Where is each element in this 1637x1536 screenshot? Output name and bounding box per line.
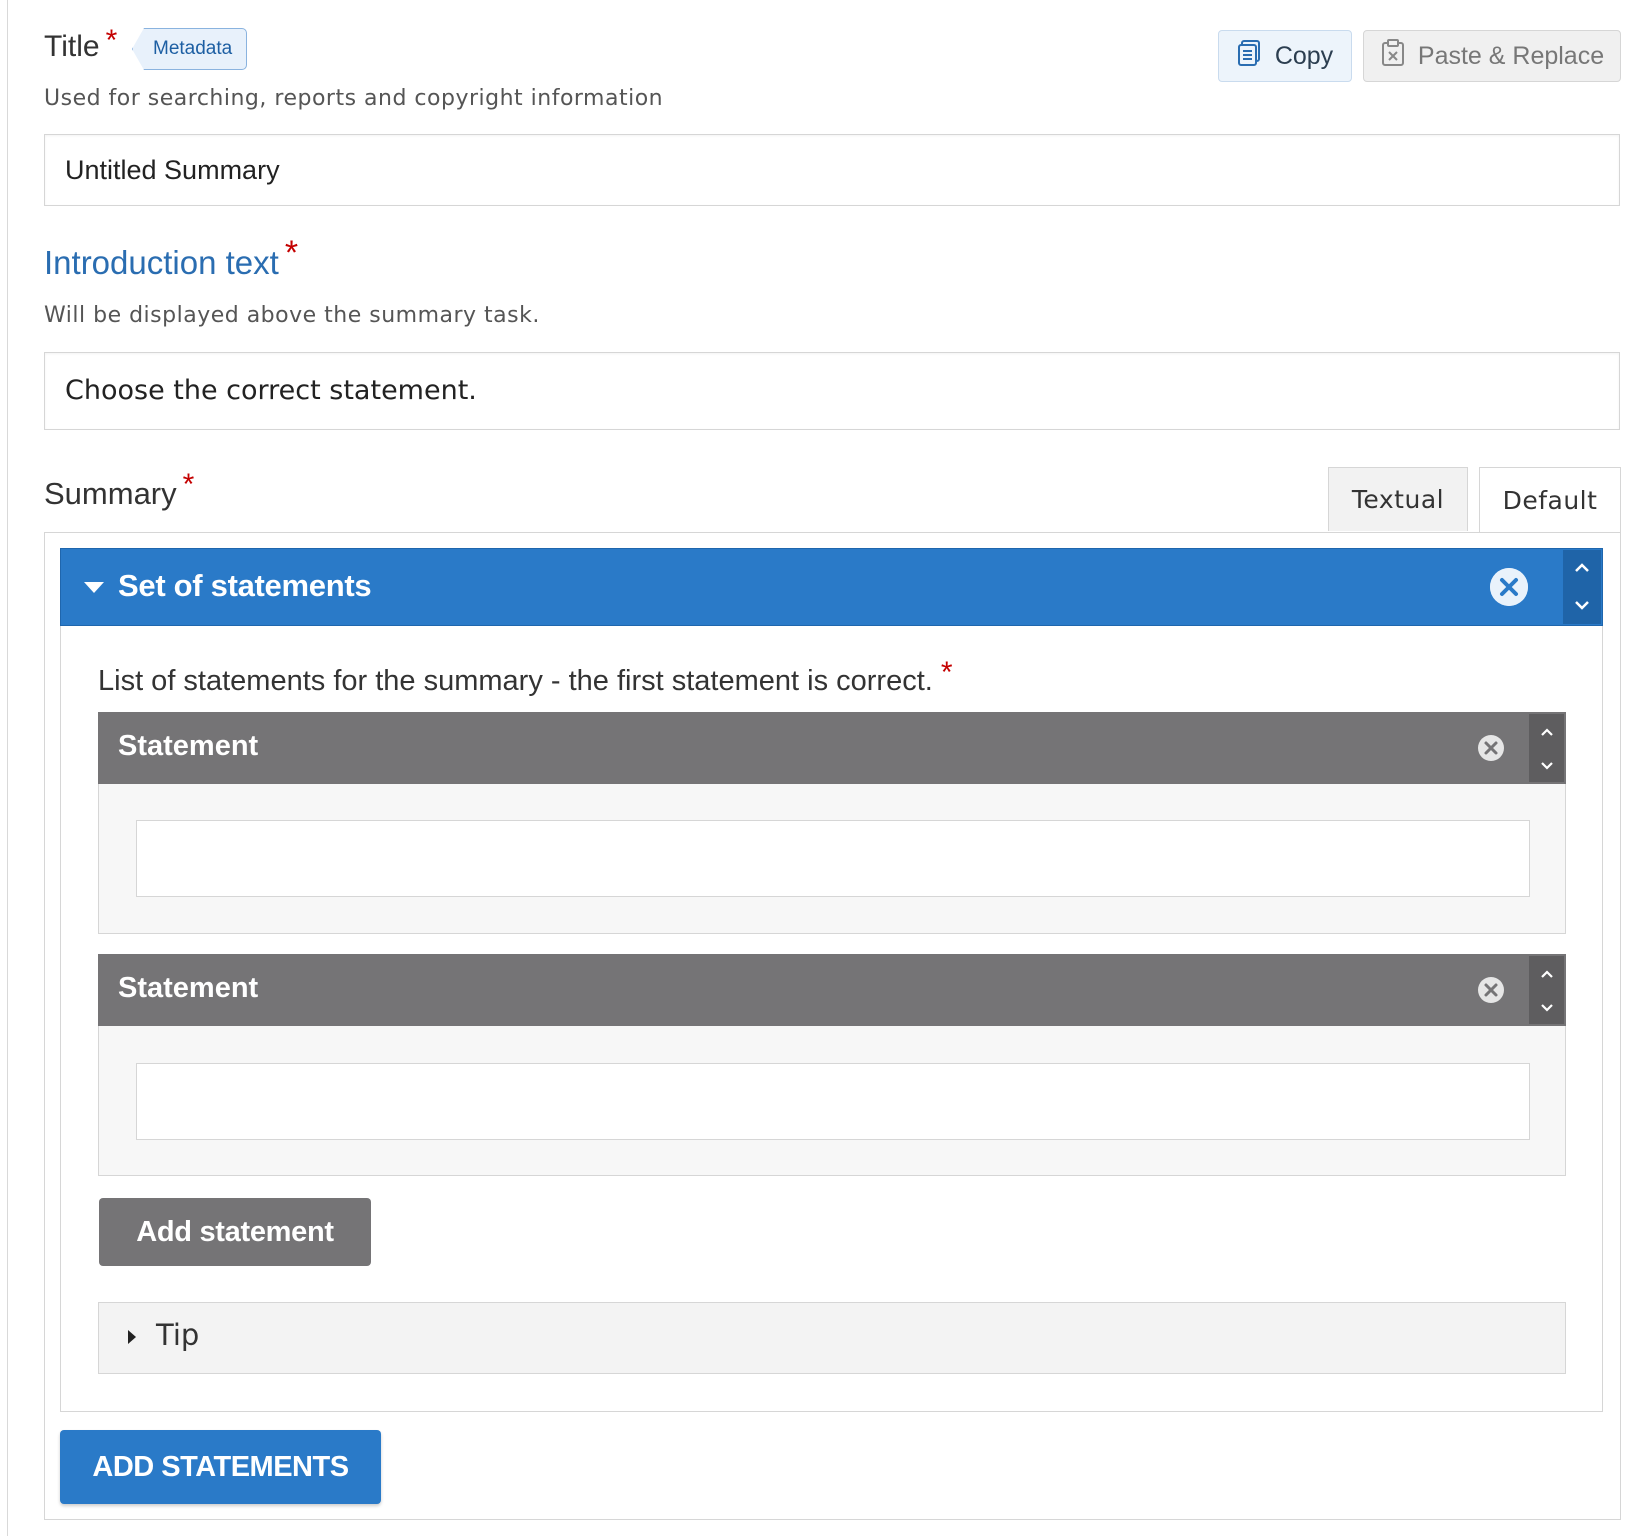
remove-statement-icon[interactable] xyxy=(1477,976,1505,1008)
remove-statement-icon[interactable] xyxy=(1477,734,1505,766)
tab-textual[interactable]: Textual xyxy=(1328,467,1468,531)
caret-right-icon[interactable] xyxy=(128,1330,136,1344)
statement-title: Statement xyxy=(118,972,259,1004)
copy-button[interactable]: Copy xyxy=(1218,30,1352,82)
copy-icon xyxy=(1237,39,1263,74)
chevron-down-icon[interactable] xyxy=(1573,596,1591,615)
page-left-border xyxy=(7,0,8,1536)
caret-down-icon[interactable] xyxy=(84,582,104,593)
chevron-up-icon[interactable] xyxy=(1539,722,1555,741)
copy-label: Copy xyxy=(1274,41,1334,70)
required-mark: * xyxy=(105,24,118,57)
title-description: Used for searching, reports and copyrigh… xyxy=(44,86,664,111)
statement-order-controls xyxy=(1529,956,1564,1024)
tip-label: Tip xyxy=(156,1318,200,1352)
title-input[interactable]: Untitled Summary xyxy=(44,134,1620,206)
summary-label: Summary * xyxy=(44,468,195,511)
tab-default[interactable]: Default xyxy=(1479,467,1621,533)
add-statement-button[interactable]: Add statement xyxy=(99,1198,371,1266)
statement-input[interactable] xyxy=(136,820,1530,897)
chevron-down-icon[interactable] xyxy=(1539,998,1555,1017)
intro-label: Introduction text * xyxy=(44,234,299,281)
required-mark: * xyxy=(182,468,195,501)
group-title: Set of statements xyxy=(118,568,372,603)
remove-group-icon[interactable] xyxy=(1490,568,1528,606)
required-mark: * xyxy=(284,234,299,272)
add-statements-button[interactable]: ADD STATEMENTS xyxy=(60,1430,381,1504)
metadata-button[interactable]: Metadata xyxy=(132,28,248,70)
statement-title: Statement xyxy=(118,730,259,762)
required-mark: * xyxy=(940,656,953,689)
tip-panel[interactable] xyxy=(98,1302,1566,1374)
paste-icon xyxy=(1380,38,1406,74)
statement-header[interactable] xyxy=(98,712,1566,784)
chevron-up-icon[interactable] xyxy=(1539,964,1555,983)
chevron-up-icon[interactable] xyxy=(1573,559,1591,578)
statement-input[interactable] xyxy=(136,1063,1530,1140)
group-order-controls xyxy=(1563,550,1601,624)
chevron-down-icon[interactable] xyxy=(1539,756,1555,775)
intro-description: Will be displayed above the summary task… xyxy=(44,303,540,328)
title-label: Title * xyxy=(44,24,118,63)
statements-list-label: List of statements for the summary - the… xyxy=(98,656,953,697)
intro-input[interactable]: Choose the correct statement. xyxy=(44,352,1620,430)
paste-replace-button[interactable]: Paste & Replace xyxy=(1363,30,1621,82)
statement-header[interactable] xyxy=(98,954,1566,1026)
statement-order-controls xyxy=(1529,714,1564,782)
paste-label: Paste & Replace xyxy=(1417,41,1605,70)
